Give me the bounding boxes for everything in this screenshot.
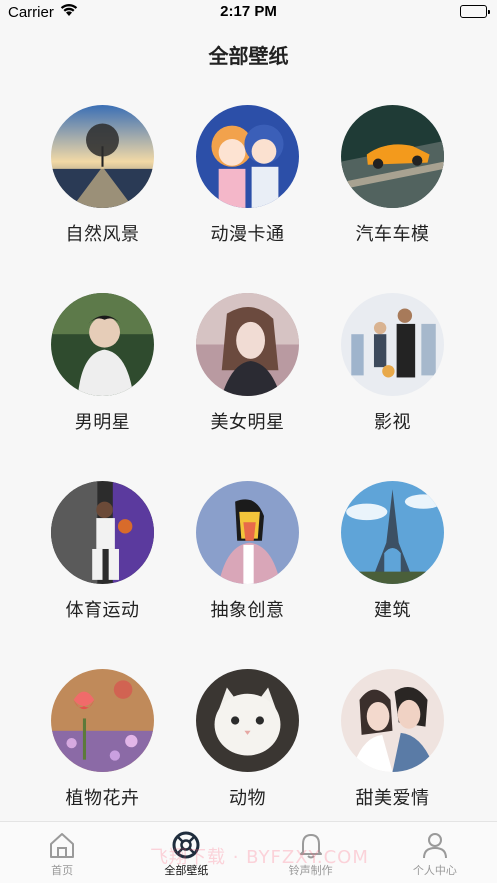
- love-thumbnail: [341, 669, 444, 772]
- tab-bar: 首页 全部壁纸 铃声制作 个人中心 飞翔下载 · BYFZXY.COM: [0, 821, 497, 883]
- sports-thumbnail: [51, 481, 154, 584]
- category-sports[interactable]: 体育运动: [30, 481, 175, 622]
- tab-profile[interactable]: 个人中心: [373, 822, 497, 883]
- tab-wallpapers[interactable]: 全部壁纸: [124, 822, 248, 883]
- page-title: 全部壁纸: [208, 44, 289, 68]
- category-label: 动漫卡通: [210, 224, 285, 245]
- tab-home[interactable]: 首页: [0, 822, 124, 883]
- status-bar: Carrier 2:17 PM: [0, 0, 497, 24]
- anime-thumbnail: [196, 105, 299, 208]
- category-animal[interactable]: 动物: [175, 669, 320, 810]
- category-label: 汽车车模: [355, 224, 430, 245]
- category-label: 建筑: [374, 600, 411, 621]
- category-car[interactable]: 汽车车模: [320, 105, 465, 246]
- category-female-star[interactable]: 美女明星: [175, 293, 320, 434]
- tab-label: 个人中心: [412, 864, 457, 877]
- category-label: 影视: [374, 412, 411, 433]
- tab-label: 铃声制作: [288, 864, 333, 877]
- clock: 2:17 PM: [220, 3, 277, 20]
- tab-label: 首页: [51, 864, 74, 877]
- female-star-thumbnail: [196, 293, 299, 396]
- category-movie[interactable]: 影视: [320, 293, 465, 434]
- category-label: 植物花卉: [65, 788, 140, 809]
- car-thumbnail: [341, 105, 444, 208]
- category-nature[interactable]: 自然风景: [30, 105, 175, 246]
- home-icon: [50, 833, 75, 858]
- category-label: 男明星: [74, 412, 131, 433]
- category-anime[interactable]: 动漫卡通: [175, 105, 320, 246]
- animal-thumbnail: [196, 669, 299, 772]
- category-abstract[interactable]: 抽象创意: [175, 481, 320, 622]
- movie-thumbnail: [341, 293, 444, 396]
- category-male-star[interactable]: 男明星: [30, 293, 175, 434]
- wallpaper-icon: [172, 831, 200, 859]
- category-label: 抽象创意: [210, 600, 285, 621]
- bell-icon: [299, 834, 322, 859]
- category-label: 自然风景: [65, 224, 140, 245]
- tab-ringtone[interactable]: 铃声制作: [249, 822, 373, 883]
- category-flower[interactable]: 植物花卉: [30, 669, 175, 810]
- battery-icon: [460, 5, 490, 18]
- person-icon: [422, 833, 447, 859]
- category-label: 体育运动: [65, 600, 140, 621]
- male-star-thumbnail: [51, 293, 154, 396]
- nature-thumbnail: [51, 105, 154, 208]
- category-architecture[interactable]: 建筑: [320, 481, 465, 622]
- flower-thumbnail: [51, 669, 154, 772]
- architecture-thumbnail: [341, 481, 444, 584]
- category-label: 美女明星: [210, 412, 285, 433]
- category-label: 甜美爱情: [355, 788, 430, 809]
- abstract-thumbnail: [196, 481, 299, 584]
- category-label: 动物: [229, 788, 266, 809]
- category-love[interactable]: 甜美爱情: [320, 669, 465, 810]
- tab-label: 全部壁纸: [164, 864, 209, 877]
- category-grid: 自然风景 动漫卡通 汽车车模 男明星 美女明星 影视 体育运动 抽象创意 建筑 …: [30, 105, 467, 810]
